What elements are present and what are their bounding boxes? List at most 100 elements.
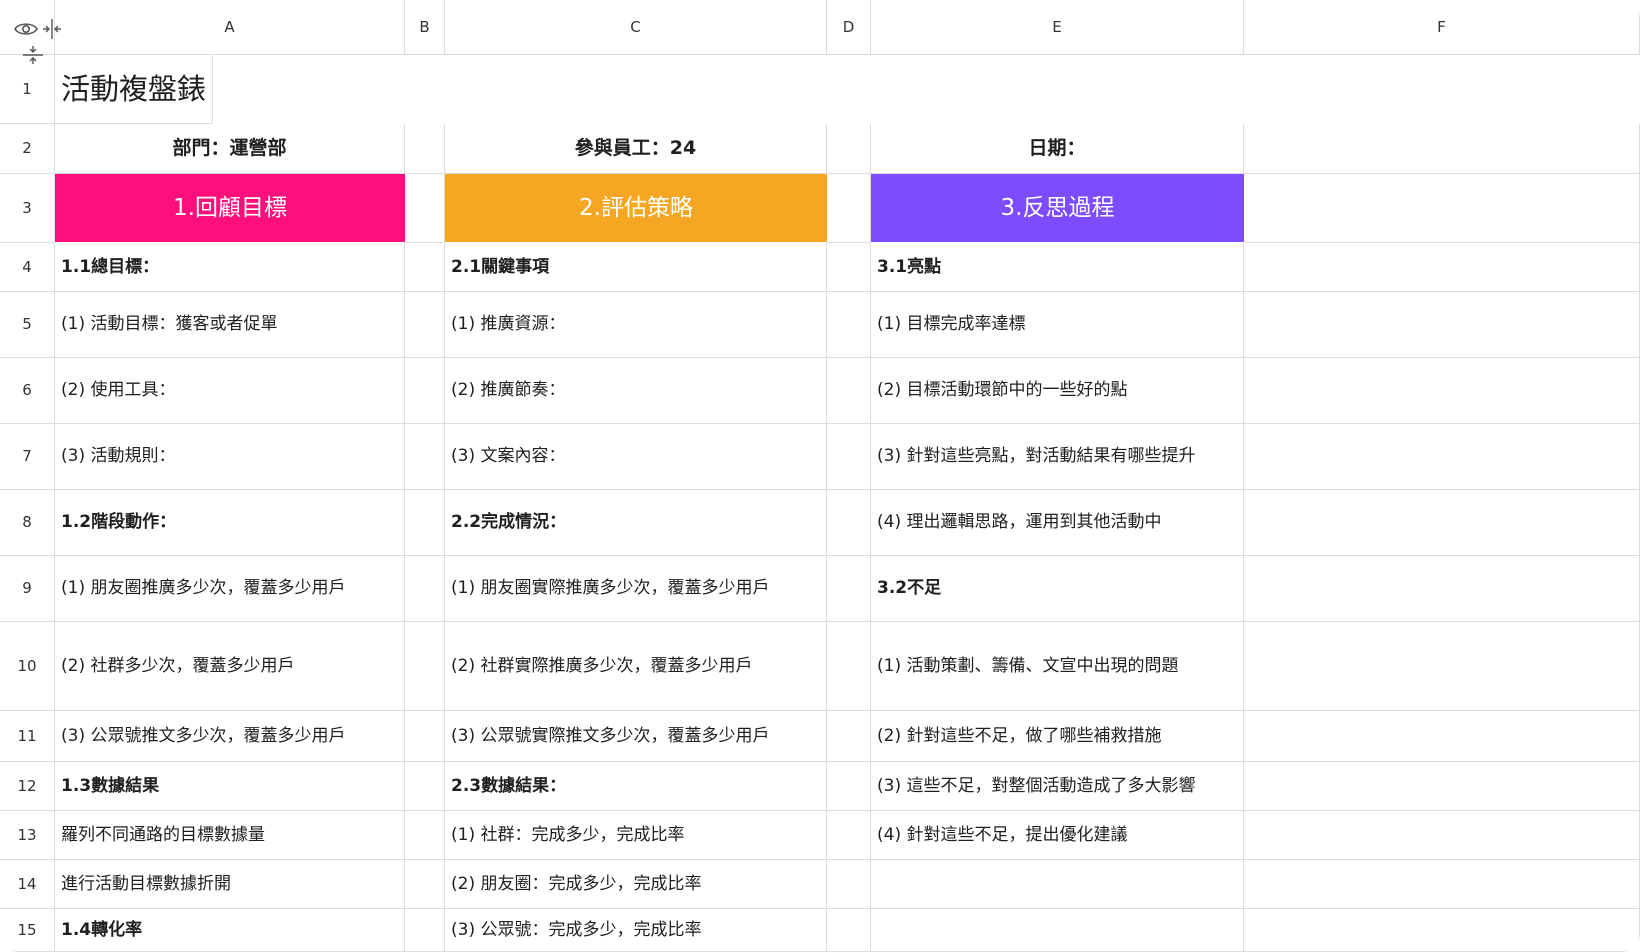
cell-c8[interactable]: 2.2完成情況： (445, 490, 827, 556)
cell-c10[interactable]: (2) 社群實際推廣多少次，覆蓋多少用戶 (445, 622, 827, 711)
cell-gap-4-9[interactable] (827, 556, 871, 622)
cell-gap-2-7[interactable] (405, 424, 445, 490)
column-header-c[interactable]: C (445, 0, 827, 55)
row-header-2[interactable]: 2 (0, 124, 55, 174)
cell-gap-2-5[interactable] (405, 292, 445, 358)
cell-c7[interactable]: (3) 文案內容： (445, 424, 827, 490)
cell-e6[interactable]: (2) 目標活動環節中的一些好的點 (871, 358, 1244, 424)
row-header-6[interactable]: 6 (0, 358, 55, 424)
cell-c6[interactable]: (2) 推廣節奏： (445, 358, 827, 424)
row-header-8[interactable]: 8 (0, 490, 55, 556)
cell-e4[interactable]: 3.1亮點 (871, 243, 1244, 292)
row-header-7[interactable]: 7 (0, 424, 55, 490)
column-header-f[interactable]: F (1244, 0, 1640, 55)
cell-gap-4-14[interactable] (827, 860, 871, 909)
row-header-3[interactable]: 3 (0, 174, 55, 243)
cell-gap-2-10[interactable] (405, 622, 445, 711)
row-header-11[interactable]: 11 (0, 711, 55, 762)
cell-a9[interactable]: (1) 朋友圈推廣多少次，覆蓋多少用戶 (55, 556, 405, 622)
row-header-9[interactable]: 9 (0, 556, 55, 622)
cell-gap-6-14[interactable] (1244, 860, 1640, 909)
cell-a8[interactable]: 1.2階段動作： (55, 490, 405, 556)
cell-a4[interactable]: 1.1總目標： (55, 243, 405, 292)
cell-a14[interactable]: 進行活動目標數據折開 (55, 860, 405, 909)
row-header-14[interactable]: 14 (0, 860, 55, 909)
cell-gap-2-14[interactable] (405, 860, 445, 909)
cell-gap-6-12[interactable] (1244, 762, 1640, 811)
cell-a15[interactable]: 1.4轉化率 (55, 909, 405, 952)
cell-e7[interactable]: (3) 針對這些亮點，對活動結果有哪些提升 (871, 424, 1244, 490)
cell-e9[interactable]: 3.2不足 (871, 556, 1244, 622)
cell-gap-6-15[interactable] (1244, 909, 1640, 952)
cell-gap-6-11[interactable] (1244, 711, 1640, 762)
column-header-e[interactable]: E (871, 0, 1244, 55)
cell-gap-6-10[interactable] (1244, 622, 1640, 711)
cell-d2[interactable] (827, 124, 871, 174)
cell-c13[interactable]: (1) 社群：完成多少，完成比率 (445, 811, 827, 860)
cell-gap-4-10[interactable] (827, 622, 871, 711)
row-header-15[interactable]: 15 (0, 909, 55, 952)
cell-e15[interactable] (871, 909, 1244, 952)
cell-a12[interactable]: 1.3數據結果 (55, 762, 405, 811)
section-header-1[interactable]: 1.回顧目標 (55, 174, 405, 243)
cell-gap-2-15[interactable] (405, 909, 445, 952)
department-cell[interactable]: 部門：運營部 (55, 124, 405, 174)
cell-c15[interactable]: (3) 公眾號：完成多少，完成比率 (445, 909, 827, 952)
section-header-3[interactable]: 3.反思過程 (871, 174, 1244, 243)
cell-gap-6-5[interactable] (1244, 292, 1640, 358)
cell-a5[interactable]: (1) 活動目標：獲客或者促單 (55, 292, 405, 358)
cell-a6[interactable]: (2) 使用工具： (55, 358, 405, 424)
cell-gap-6-9[interactable] (1244, 556, 1640, 622)
cell-gap-2-12[interactable] (405, 762, 445, 811)
sheet-title[interactable]: 活動複盤錶 (55, 55, 214, 124)
column-header-b[interactable]: B (405, 0, 445, 55)
cell-a7[interactable]: (3) 活動規則： (55, 424, 405, 490)
cell-gap-4-7[interactable] (827, 424, 871, 490)
cell-c12[interactable]: 2.3數據結果： (445, 762, 827, 811)
section-header-2[interactable]: 2.評估策略 (445, 174, 827, 243)
cell-gap-2-11[interactable] (405, 711, 445, 762)
cell-gap-6-13[interactable] (1244, 811, 1640, 860)
cell-gap-2-13[interactable] (405, 811, 445, 860)
cell-gap-6-4[interactable] (1244, 243, 1640, 292)
cell-gap-2-6[interactable] (405, 358, 445, 424)
cell-gap-4-15[interactable] (827, 909, 871, 952)
cell-b2[interactable] (405, 124, 445, 174)
cell-gap-4-6[interactable] (827, 358, 871, 424)
row-header-13[interactable]: 13 (0, 811, 55, 860)
cell-gap-2-4[interactable] (405, 243, 445, 292)
cell-a10[interactable]: (2) 社群多少次，覆蓋多少用戶 (55, 622, 405, 711)
cell-c4[interactable]: 2.1關鍵事項 (445, 243, 827, 292)
column-header-d[interactable]: D (827, 0, 871, 55)
cell-e8[interactable]: (4) 理出邏輯思路，運用到其他活動中 (871, 490, 1244, 556)
cell-gap-6-7[interactable] (1244, 424, 1640, 490)
cell-gap-2-9[interactable] (405, 556, 445, 622)
cell-gap-row3-5[interactable] (1244, 174, 1640, 243)
cell-gap-4-13[interactable] (827, 811, 871, 860)
cell-gap-6-6[interactable] (1244, 358, 1640, 424)
cell-e12[interactable]: (3) 這些不足，對整個活動造成了多大影響 (871, 762, 1244, 811)
date-cell[interactable]: 日期： (871, 124, 1244, 174)
row-header-4[interactable]: 4 (0, 243, 55, 292)
eye-icon[interactable] (14, 21, 38, 37)
cell-f2[interactable] (1244, 124, 1640, 174)
cell-gap-4-4[interactable] (827, 243, 871, 292)
freeze-rows-icon[interactable] (22, 44, 44, 66)
cell-gap-2-8[interactable] (405, 490, 445, 556)
cell-gap-4-11[interactable] (827, 711, 871, 762)
cell-c11[interactable]: (3) 公眾號實際推文多少次，覆蓋多少用戶 (445, 711, 827, 762)
row-header-5[interactable]: 5 (0, 292, 55, 358)
cell-e13[interactable]: (4) 針對這些不足，提出優化建議 (871, 811, 1244, 860)
row-header-10[interactable]: 10 (0, 622, 55, 711)
cell-e10[interactable]: (1) 活動策劃、籌備、文宣中出現的問題 (871, 622, 1244, 711)
cell-a11[interactable]: (3) 公眾號推文多少次，覆蓋多少用戶 (55, 711, 405, 762)
cell-gap-4-5[interactable] (827, 292, 871, 358)
staff-cell[interactable]: 參與員工：24 (445, 124, 827, 174)
cell-gap-6-8[interactable] (1244, 490, 1640, 556)
cell-c14[interactable]: (2) 朋友圈：完成多少，完成比率 (445, 860, 827, 909)
cell-gap-row3-3[interactable] (827, 174, 871, 243)
cell-e11[interactable]: (2) 針對這些不足，做了哪些補救措施 (871, 711, 1244, 762)
cell-e5[interactable]: (1) 目標完成率達標 (871, 292, 1244, 358)
cell-a13[interactable]: 羅列不同通路的目標數據量 (55, 811, 405, 860)
freeze-columns-icon[interactable] (41, 18, 63, 40)
